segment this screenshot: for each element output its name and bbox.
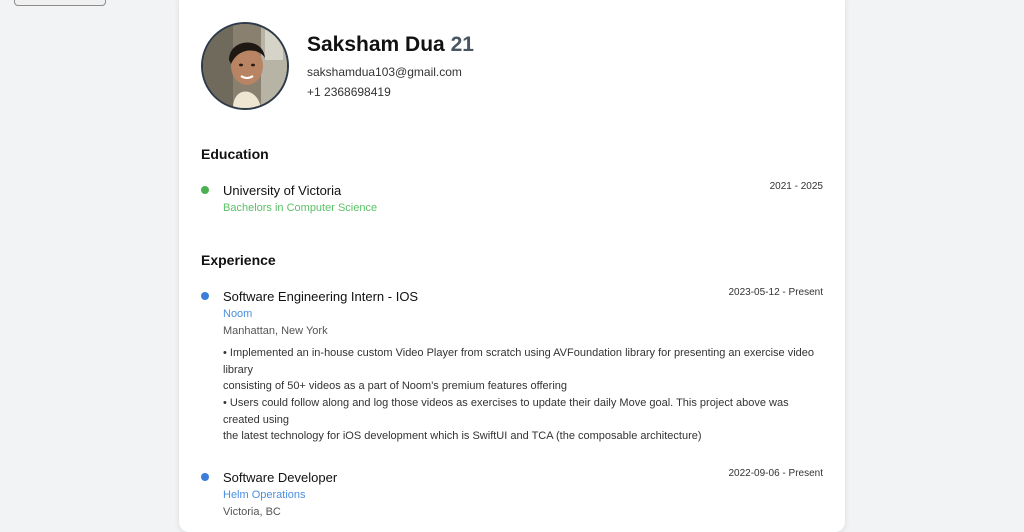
experience-description-line: • Users could follow along and log those… <box>223 397 789 409</box>
experience-dates: 2023-05-12 - Present <box>728 287 823 298</box>
experience-description-line: consisting of 50+ videos as a part of No… <box>223 380 567 392</box>
education-school: University of Victoria <box>223 183 342 198</box>
experience-role: Software Developer <box>223 470 338 485</box>
experience-bullet <box>201 292 209 300</box>
experience-description-line: • Implemented an in-house custom Video P… <box>223 347 815 359</box>
profile-name-line: Saksham Dua 21 <box>307 33 474 57</box>
education-dates: 2021 - 2025 <box>769 181 823 192</box>
education-heading: Education <box>201 146 269 162</box>
avatar-photo <box>203 24 287 108</box>
experience-location: Victoria, BC <box>223 506 281 518</box>
profile-avatar <box>201 22 289 110</box>
experience-role: Software Engineering Intern - IOS <box>223 289 419 304</box>
profile-phone: +1 2368698419 <box>307 85 391 99</box>
experience-location: Manhattan, New York <box>223 325 328 337</box>
experience-bullet <box>201 473 209 481</box>
experience-company: Noom <box>223 308 253 320</box>
experience-description-line: library <box>223 364 253 376</box>
profile-email: sakshamdua103@gmail.com <box>307 65 462 79</box>
experience-description-line: the latest technology for iOS developmen… <box>223 430 702 442</box>
experience-description-line: created using <box>223 414 290 426</box>
profile-name: Saksham Dua <box>307 33 445 56</box>
top-left-button[interactable] <box>14 0 106 6</box>
education-bullet <box>201 186 209 194</box>
experience-heading: Experience <box>201 252 276 268</box>
profile-age: 21 <box>450 33 474 56</box>
experience-dates: 2022-09-06 - Present <box>728 468 823 479</box>
experience-company: Helm Operations <box>223 489 306 501</box>
education-degree: Bachelors in Computer Science <box>223 202 378 214</box>
